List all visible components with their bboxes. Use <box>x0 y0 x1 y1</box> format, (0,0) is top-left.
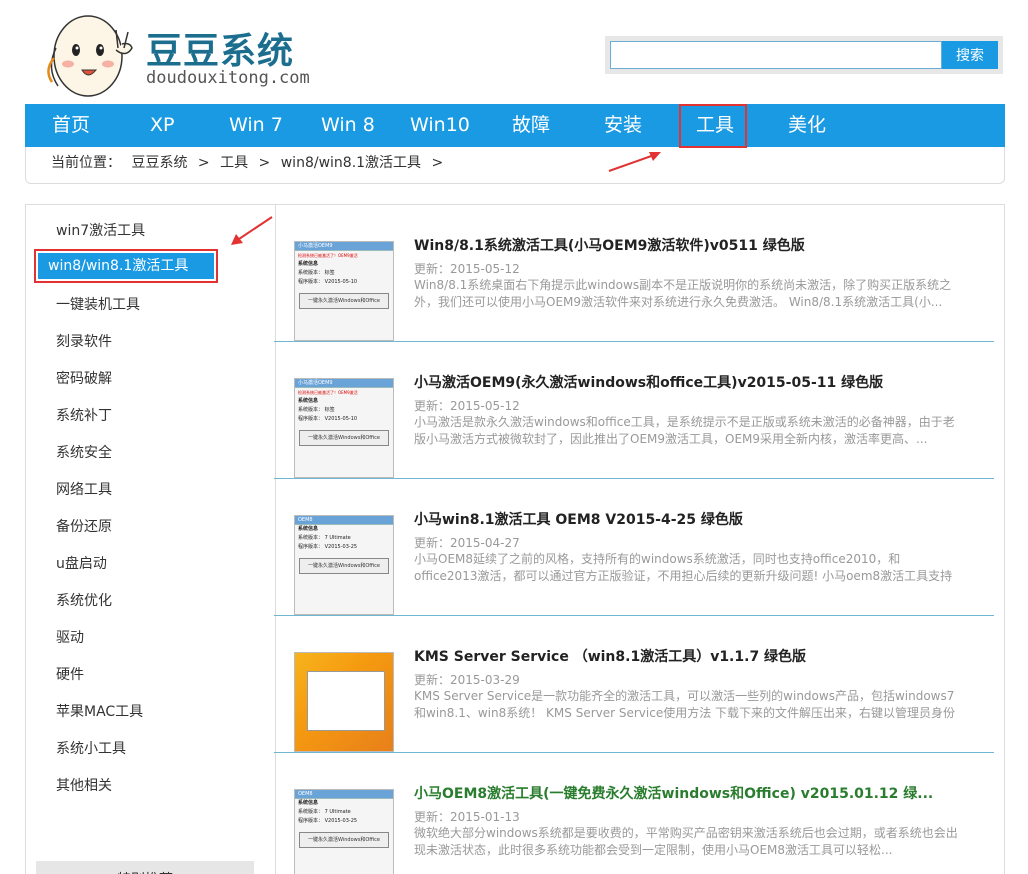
breadcrumb-label: 当前位置： <box>51 155 121 171</box>
thumb-line-1: 系统信息 <box>298 526 319 532</box>
content-area: win7激活工具 win8/win8.1激活工具 一键装机工具 刻录软件 密码破… <box>25 204 1005 874</box>
thumb-titlebar: 小马激活OEM9 <box>295 242 393 251</box>
article-summary: 小马OEM8延续了之前的风格，支持所有的windows系统激活，同时也支持off… <box>414 552 953 583</box>
article-thumbnail[interactable]: OEM8 系统信息系统版本： 7 Ultimate 程序版本： V2015-03-2… <box>294 789 394 874</box>
sidebar-item-usb-boot[interactable]: u盘启动 <box>56 554 107 574</box>
thumb-line-3: 程序版本： V2015-03-25 <box>298 544 358 550</box>
thumb-line-2: 系统版本： 标签 <box>298 270 335 276</box>
article-title[interactable]: KMS Server Service （win8.1激活工具）v1.1.7 绿色… <box>414 646 806 666</box>
thumb-line-3: 程序版本： V2015-05-10 <box>298 416 358 422</box>
thumb-activate-button: 一键永久激活Windows和Office <box>299 832 389 848</box>
sidebar-item-mac[interactable]: 苹果MAC工具 <box>56 702 143 722</box>
article-item: 小马激活OEM9 检测系统已被激活了！OEM9激活 系统信息系统版本： 标签程序版本… <box>274 205 994 342</box>
article-title[interactable]: Win8/8.1系统激活工具(小马OEM9激活软件)v0511 绿色版 <box>414 235 805 255</box>
article-summary: 微软绝大部分windows系统都是要收费的，平常购买产品密钥来激活系统后也会过期… <box>414 826 958 857</box>
sidebar-item-password[interactable]: 密码破解 <box>56 369 112 389</box>
thumb-line-3: 程序版本： V2015-03-25 <box>298 818 358 824</box>
search-button[interactable]: 搜索 <box>942 41 998 69</box>
thumb-line-2: 系统版本： 标签 <box>298 407 335 413</box>
nav-win7[interactable]: Win 7 <box>229 104 283 147</box>
thumb-line-2: 系统版本： 7 Ultimate <box>298 809 351 815</box>
page: 豆豆系统 doudouxitong.com 搜索 首页 XP Win 7 Win… <box>0 0 1028 874</box>
article-title[interactable]: 小马激活OEM9(永久激活windows和office工具)v2015-05-1… <box>414 372 883 392</box>
thumb-line-1: 系统信息 <box>298 800 319 806</box>
breadcrumb-link-category[interactable]: win8/win8.1激活工具 <box>281 155 421 171</box>
article-date: 更新：2015-05-12 <box>414 399 520 413</box>
nav-win10[interactable]: Win10 <box>410 104 470 147</box>
article-thumbnail[interactable]: OEM8 系统信息系统版本： 7 Ultimate 程序版本： V2015-03-2… <box>294 515 394 615</box>
article-item: KMS Server Service （win8.1激活工具）v1.1.7 绿色… <box>274 616 994 753</box>
thumb-line-1: 系统信息 <box>298 398 319 404</box>
article-item: 小马激活OEM9 检测系统已被激活了！OEM9激活 系统信息系统版本： 标签程序版本… <box>274 342 994 479</box>
thumb-line-3: 程序版本： V2015-05-10 <box>298 279 358 285</box>
thumb-activate-button: 一键永久激活Windows和Office <box>299 558 389 574</box>
article-date: 更新：2015-03-29 <box>414 673 520 687</box>
logo-subtitle: doudouxitong.com <box>146 68 310 88</box>
thumb-line-1: 系统信息 <box>298 261 319 267</box>
sidebar-item-burning[interactable]: 刻录软件 <box>56 332 112 352</box>
sidebar-recommend-box: 特别推荐 <box>36 861 254 874</box>
sidebar-item-other[interactable]: 其他相关 <box>56 776 112 796</box>
breadcrumb-separator: > <box>431 155 444 171</box>
breadcrumb-separator: > <box>258 155 271 171</box>
sidebar-item-network[interactable]: 网络工具 <box>56 480 112 500</box>
main-nav: 首页 XP Win 7 Win 8 Win10 故障 安装 工具 美化 <box>25 104 1005 147</box>
nav-install[interactable]: 安装 <box>604 104 642 147</box>
breadcrumb-link-home[interactable]: 豆豆系统 <box>131 155 187 171</box>
sidebar-item-security[interactable]: 系统安全 <box>56 443 112 463</box>
sidebar-item-win8-activation[interactable]: win8/win8.1激活工具 <box>38 253 214 279</box>
nav-tools-highlight-box <box>679 104 747 148</box>
nav-win8[interactable]: Win 8 <box>321 104 375 147</box>
search-bar: 搜索 <box>605 36 1003 74</box>
article-item: OEM8 系统信息系统版本： 7 Ultimate 程序版本： V2015-03-2… <box>274 479 994 616</box>
nav-xp[interactable]: XP <box>150 104 174 147</box>
egg-mascot-icon <box>47 15 133 97</box>
nav-home[interactable]: 首页 <box>52 104 90 147</box>
thumb-titlebar: OEM8 <box>295 516 393 525</box>
sidebar-item-small-tools[interactable]: 系统小工具 <box>56 739 126 759</box>
article-thumbnail[interactable]: 小马激活OEM9 检测系统已被激活了！OEM9激活 系统信息系统版本： 标签程序版本… <box>294 378 394 478</box>
article-summary: KMS Server Service是一款功能齐全的激活工具，可以激活一些列的w… <box>414 689 956 720</box>
article-date: 更新：2015-04-27 <box>414 536 520 550</box>
sidebar-item-installer[interactable]: 一键装机工具 <box>56 295 140 315</box>
site-logo[interactable]: 豆豆系统 doudouxitong.com <box>38 8 318 100</box>
sidebar-item-win7-activation[interactable]: win7激活工具 <box>56 221 145 241</box>
nav-fault[interactable]: 故障 <box>512 104 550 147</box>
thumb-line-2: 系统版本： 7 Ultimate <box>298 535 351 541</box>
article-item: OEM8 系统信息系统版本： 7 Ultimate 程序版本： V2015-03-2… <box>274 753 994 874</box>
article-thumbnail[interactable]: 小马激活OEM9 检测系统已被激活了！OEM9激活 系统信息系统版本： 标签程序版本… <box>294 241 394 341</box>
thumb-warning: 检测系统已被激活了！OEM9激活 <box>298 390 358 395</box>
sidebar-item-backup[interactable]: 备份还原 <box>56 517 112 537</box>
thumb-activate-button: 一键永久激活Windows和Office <box>299 293 389 309</box>
sidebar-item-patches[interactable]: 系统补丁 <box>56 406 112 426</box>
sidebar-item-hardware[interactable]: 硬件 <box>56 665 84 685</box>
article-date: 更新：2015-05-12 <box>414 262 520 276</box>
nav-beautify[interactable]: 美化 <box>788 104 826 147</box>
breadcrumb-separator: > <box>197 155 210 171</box>
logo-title: 豆豆系统 <box>146 31 295 72</box>
article-title[interactable]: 小马OEM8激活工具(一键免费永久激活windows和Office) v2015… <box>414 783 933 803</box>
sidebar-item-optimize[interactable]: 系统优化 <box>56 591 112 611</box>
article-summary: Win8/8.1系统桌面右下角提示此windows副本不是正版说明你的系统尚未激… <box>414 278 952 309</box>
article-date: 更新：2015-01-13 <box>414 810 520 824</box>
thumb-warning: 检测系统已被激活了！OEM9激活 <box>298 253 358 258</box>
sidebar-recommend-label: 特别推荐 <box>36 861 254 874</box>
thumb-titlebar: OEM8 <box>295 790 393 799</box>
sidebar: win7激活工具 win8/win8.1激活工具 一键装机工具 刻录软件 密码破… <box>26 205 276 874</box>
article-thumbnail[interactable] <box>294 652 394 752</box>
breadcrumb-link-tools[interactable]: 工具 <box>220 155 248 171</box>
thumb-titlebar: 小马激活OEM9 <box>295 379 393 388</box>
search-input[interactable] <box>610 41 942 69</box>
breadcrumb: 当前位置： 豆豆系统 > 工具 > win8/win8.1激活工具 > <box>25 147 1005 184</box>
sidebar-item-drivers[interactable]: 驱动 <box>56 628 84 648</box>
thumb-activate-button: 一键永久激活Windows和Office <box>299 430 389 446</box>
article-summary: 小马激活是款永久激活windows和office工具，是系统提示不是正版或系统未… <box>414 415 955 446</box>
article-title[interactable]: 小马win8.1激活工具 OEM8 V2015-4-25 绿色版 <box>414 509 743 529</box>
sidebar-item-win8-activation-highlight: win8/win8.1激活工具 <box>34 249 218 283</box>
